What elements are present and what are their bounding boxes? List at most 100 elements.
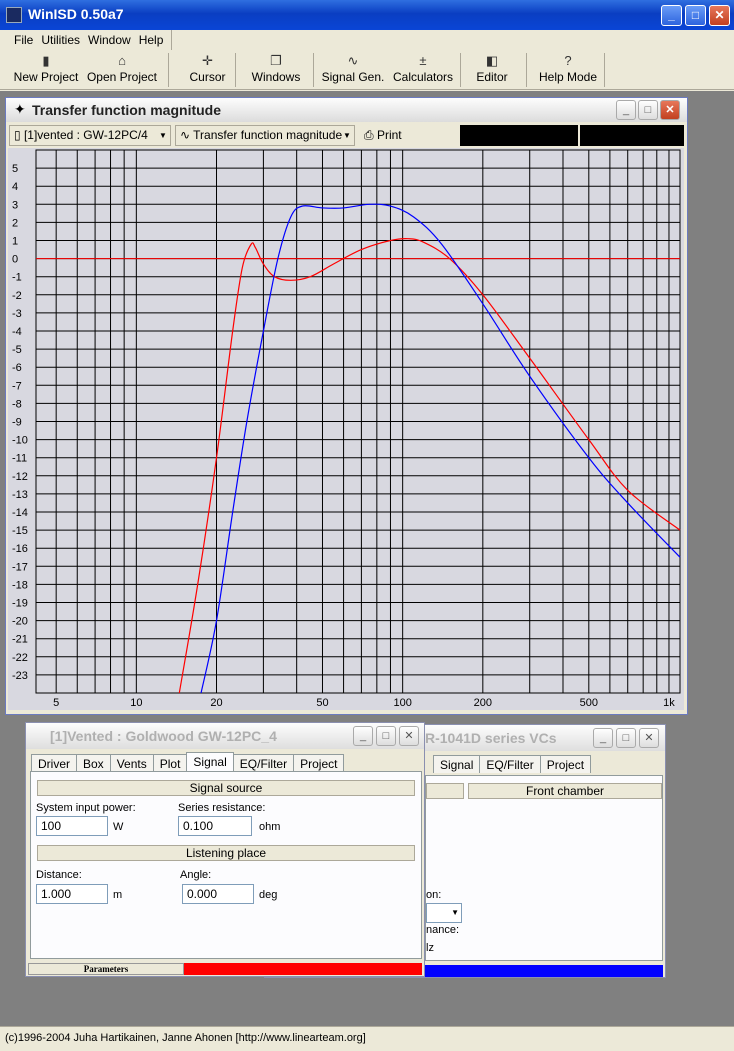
toolbar-label: Editor (476, 70, 508, 84)
project-select-value: [1]vented : GW-12PC/4 (23, 128, 148, 142)
graph-type-value: Transfer function magnitude (193, 128, 343, 142)
tab-eq-filter[interactable]: EQ/Filter (232, 754, 295, 772)
input-power-field[interactable]: 100 (36, 816, 108, 836)
toolbar-label: New Project (13, 70, 79, 84)
front-chamber-header: Front chamber (468, 783, 662, 799)
open-folder-icon: ⌂ (118, 53, 126, 68)
y-tick-label: -10 (12, 435, 28, 447)
fragment-label-on: on: (426, 889, 442, 901)
tf-maximize-button[interactable]: □ (638, 100, 658, 120)
y-tick-label: -16 (12, 543, 28, 555)
y-tick-label: 2 (12, 217, 18, 229)
graph-type-select[interactable]: ∿ Transfer function magnitude ▼ (175, 125, 355, 146)
toolbar-label: Windows (251, 70, 301, 84)
tab-signal[interactable]: Signal (433, 755, 481, 773)
tab-eq-filter[interactable]: EQ/Filter (479, 755, 541, 773)
menu-group: File Utilities Window Help (10, 30, 173, 50)
menu-help[interactable]: Help (135, 30, 168, 50)
menu-window[interactable]: Window (84, 30, 135, 50)
tab-vents[interactable]: Vents (109, 754, 154, 772)
help-mode-button[interactable]: ? Help Mode (532, 52, 604, 88)
y-tick-label: -2 (12, 290, 22, 302)
tab-project[interactable]: Project (539, 755, 592, 773)
tab-plot[interactable]: Plot (152, 754, 188, 772)
editor-button[interactable]: ◧ Editor (466, 52, 518, 88)
tf-window-titlebar: ✦ Transfer function magnitude _ □ ✕ (6, 98, 687, 122)
toolbar-separator (168, 53, 169, 87)
params-series-color-bar (184, 963, 422, 975)
chevron-down-icon: ▼ (343, 131, 351, 140)
main-toolbar: ▮ New Project ⌂ Open Project ✛ Cursor ❐ Windows… (0, 50, 734, 90)
signal-panel: Signal source System input power: 100 W … (30, 771, 422, 959)
chart-svg: 543210-1-2-3-4-5-6-7-8-9-10-11-12-13-14-… (12, 149, 681, 709)
x-tick-label: 500 (580, 697, 598, 709)
y-tick-label: -19 (12, 598, 28, 610)
toolbar-separator (460, 53, 461, 87)
signal-gen-button[interactable]: ∿ Signal Gen. (318, 52, 388, 88)
tab-project[interactable]: Project (293, 754, 345, 772)
second-maximize-button[interactable]: □ (616, 728, 636, 748)
minimize-button[interactable]: _ (661, 5, 682, 26)
toolbar-label: Signal Gen. (321, 70, 385, 84)
cursor-button[interactable]: ✛ Cursor (185, 52, 230, 88)
tab-box[interactable]: Box (76, 754, 111, 772)
y-tick-label: -11 (12, 453, 27, 465)
second-window-status-bar (425, 965, 663, 977)
menu-file[interactable]: File (10, 30, 37, 50)
params-close-button[interactable]: ✕ (399, 726, 419, 746)
new-project-button[interactable]: ▮ New Project (10, 52, 82, 88)
y-tick-label: 5 (12, 163, 18, 175)
tf-minimize-button[interactable]: _ (616, 100, 636, 120)
angle-unit: deg (259, 889, 278, 901)
x-tick-label: 50 (316, 697, 328, 709)
cursor-readout-x (460, 125, 578, 146)
windows-button[interactable]: ❐ Windows (246, 52, 306, 88)
y-tick-label: -14 (12, 507, 28, 519)
tf-close-button[interactable]: ✕ (660, 100, 680, 120)
y-tick-label: -21 (12, 634, 28, 646)
fragment-label-nance: nance: (426, 924, 460, 936)
y-tick-label: -17 (12, 561, 28, 573)
transfer-function-plot[interactable]: 5 4 3 2 1 0 -1 -2 -3 -4 -5 -6 -7 -8 -9 -10 -11 -12 -13 -14-… (8, 148, 684, 710)
toolbar-label: Calculators (392, 70, 454, 84)
signal-gen-icon: ∿ (347, 53, 359, 68)
maximize-button[interactable]: □ (685, 5, 706, 26)
angle-field[interactable]: 0.000 (182, 884, 254, 904)
pin-icon[interactable]: ✦ (14, 101, 26, 118)
x-tick-label: 20 (210, 697, 222, 709)
y-tick-label: 0 (12, 254, 18, 266)
editor-icon: ◧ (485, 53, 499, 68)
y-tick-label: -15 (12, 525, 28, 537)
menu-bar: File Utilities Window Help (0, 30, 734, 50)
second-minimize-button[interactable]: _ (593, 728, 613, 748)
distance-label: Distance: (36, 869, 82, 881)
open-project-button[interactable]: ⌂ Open Project (82, 52, 162, 88)
y-tick-label: -7 (12, 380, 22, 392)
close-button[interactable]: ✕ (709, 5, 730, 26)
print-button[interactable]: ⎙ Print (359, 125, 457, 146)
waveform-icon: ∿ (180, 128, 194, 142)
params-window-title: [1]Vented : Goldwood GW-12PC_4 (50, 728, 277, 744)
fragment-select[interactable]: ▼ (426, 903, 462, 923)
tab-signal[interactable]: Signal (186, 752, 234, 773)
signal-source-header: Signal source (37, 780, 415, 796)
x-tick-label: 10 (130, 697, 142, 709)
app-icon[interactable] (6, 7, 22, 23)
second-close-button[interactable]: ✕ (639, 728, 659, 748)
params-minimize-button[interactable]: _ (353, 726, 373, 746)
y-tick-label: -5 (12, 344, 22, 356)
y-tick-label: -8 (12, 398, 22, 410)
input-power-unit: W (113, 821, 124, 833)
help-icon: ? (564, 53, 572, 68)
series-resistance-field[interactable]: 0.100 (178, 816, 252, 836)
params-maximize-button[interactable]: □ (376, 726, 396, 746)
menu-utilities[interactable]: Utilities (37, 30, 84, 50)
angle-label: Angle: (180, 869, 212, 881)
distance-field[interactable]: 1.000 (36, 884, 108, 904)
tab-driver[interactable]: Driver (31, 754, 77, 772)
project-select[interactable]: ▯ [1]vented : GW-12PC/4 ▼ (9, 125, 171, 146)
printer-icon: ⎙ (364, 128, 377, 142)
calculators-button[interactable]: ± Calculators (390, 52, 456, 88)
status-bar: (c)1996-2004 Juha Hartikainen, Janne Aho… (0, 1026, 734, 1051)
y-tick-label: -9 (12, 417, 22, 429)
